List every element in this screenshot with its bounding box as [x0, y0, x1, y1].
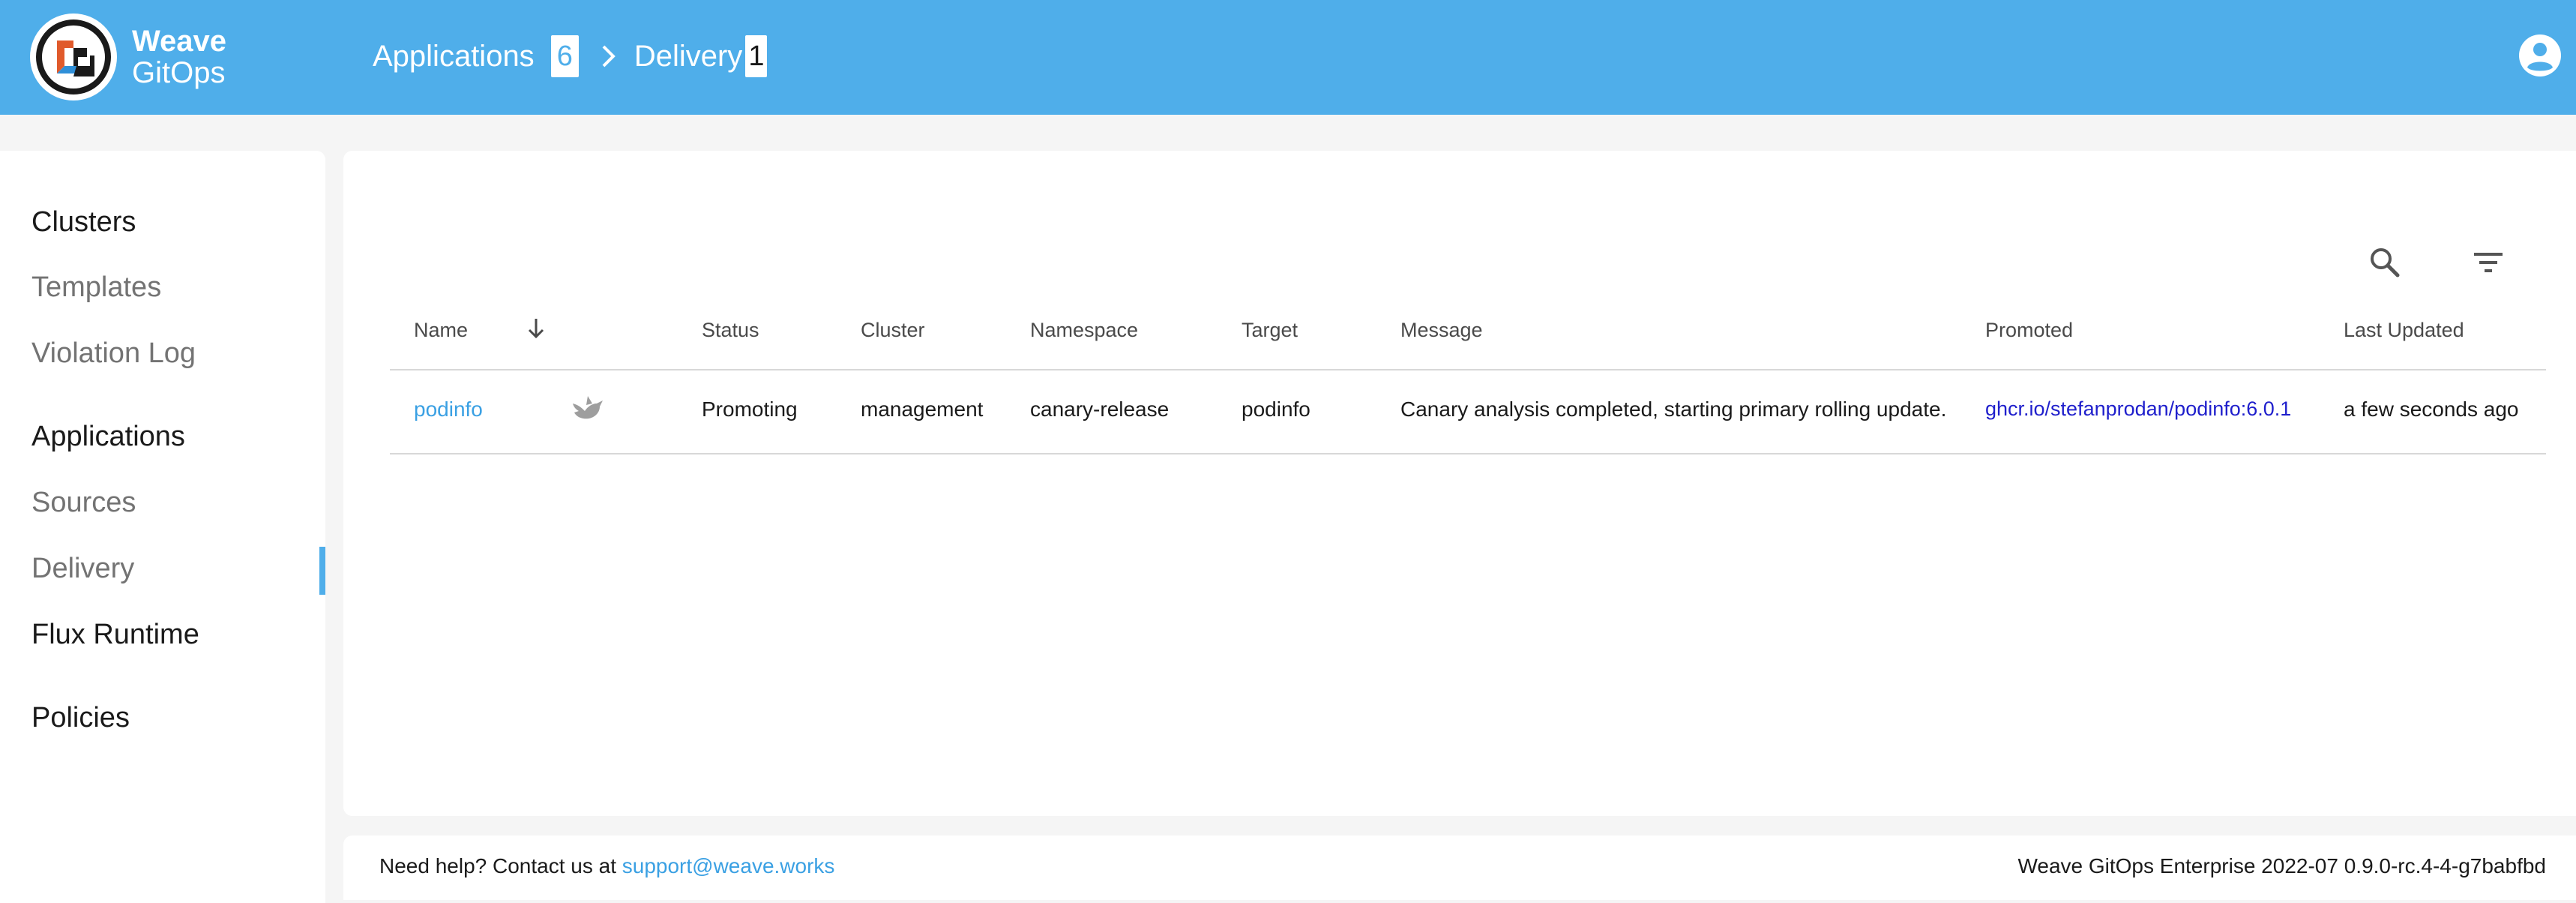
breadcrumb-delivery[interactable]: Delivery [634, 40, 742, 74]
sidebar-item-applications[interactable]: Applications [31, 421, 185, 453]
sidebar-item-clusters[interactable]: Clusters [31, 206, 136, 238]
help-text: Need help? Contact us at support@weave.w… [379, 854, 834, 878]
column-header-message[interactable]: Message [1400, 319, 1483, 342]
active-nav-indicator [319, 547, 325, 595]
sidebar-item-templates[interactable]: Templates [31, 272, 161, 304]
brand-name: Weave GitOps [132, 26, 226, 88]
help-text-label: Need help? Contact us at [379, 854, 616, 878]
column-header-target[interactable]: Target [1242, 319, 1298, 342]
brand-line-1: Weave [132, 25, 227, 58]
search-icon[interactable] [2365, 242, 2405, 283]
breadcrumb-delivery-count: 1 [745, 35, 768, 77]
canary-bird-icon [570, 393, 604, 428]
arrow-down-icon[interactable] [525, 316, 547, 346]
row-status: Promoting [702, 398, 798, 421]
delivery-content-panel: Name Status Cluster Namespace Target Mes… [343, 151, 2576, 816]
column-header-name[interactable]: Name [414, 319, 468, 342]
page-footer: Need help? Contact us at support@weave.w… [343, 836, 2576, 900]
table-header-row: Name Status Cluster Namespace Target Mes… [390, 301, 2546, 370]
sidebar-item-delivery[interactable]: Delivery [31, 553, 134, 585]
table-row: podinfo Promoting management canary-rele… [390, 370, 2546, 454]
sidebar-item-flux-runtime[interactable]: Flux Runtime [31, 619, 199, 651]
column-header-namespace[interactable]: Namespace [1030, 319, 1138, 342]
column-header-status[interactable]: Status [702, 319, 759, 342]
breadcrumb-applications-count: 6 [550, 35, 579, 77]
canary-name-link[interactable]: podinfo [414, 398, 483, 422]
weave-gitops-logo-mark [30, 14, 117, 100]
column-header-promoted[interactable]: Promoted [1985, 319, 2073, 342]
brand-line-2: GitOps [132, 56, 226, 89]
sidebar-item-sources[interactable]: Sources [31, 487, 136, 519]
row-promoted-image-link[interactable]: ghcr.io/stefanprodan/podinfo:6.0.1 [1985, 398, 2291, 421]
weave-gitops-logo[interactable]: Weave GitOps [30, 14, 226, 100]
account-circle-icon[interactable] [2518, 33, 2563, 78]
row-target: podinfo [1242, 398, 1310, 421]
version-info: Weave GitOps Enterprise 2022-07 0.9.0-rc… [2017, 854, 2546, 878]
sidebar-item-policies[interactable]: Policies [31, 702, 130, 734]
breadcrumb-applications[interactable]: Applications [373, 40, 535, 74]
row-message: Canary analysis completed, starting prim… [1400, 398, 1947, 421]
sidebar-item-violation-log[interactable]: Violation Log [31, 338, 196, 370]
row-cluster: management [861, 398, 984, 421]
row-last-updated: a few seconds ago [2344, 398, 2519, 421]
filter-icon[interactable] [2468, 242, 2509, 283]
top-app-bar: Weave GitOps Applications 6 Delivery 1 [0, 0, 2576, 115]
support-email-link[interactable]: support@weave.works [622, 854, 835, 878]
column-header-cluster[interactable]: Cluster [861, 319, 925, 342]
sidebar-nav: Clusters Templates Violation Log Applica… [0, 151, 325, 903]
chevron-right-icon [600, 44, 618, 69]
row-namespace: canary-release [1030, 398, 1170, 421]
breadcrumb: Applications 6 Delivery 1 [373, 35, 768, 77]
column-header-last-updated[interactable]: Last Updated [2344, 319, 2464, 342]
